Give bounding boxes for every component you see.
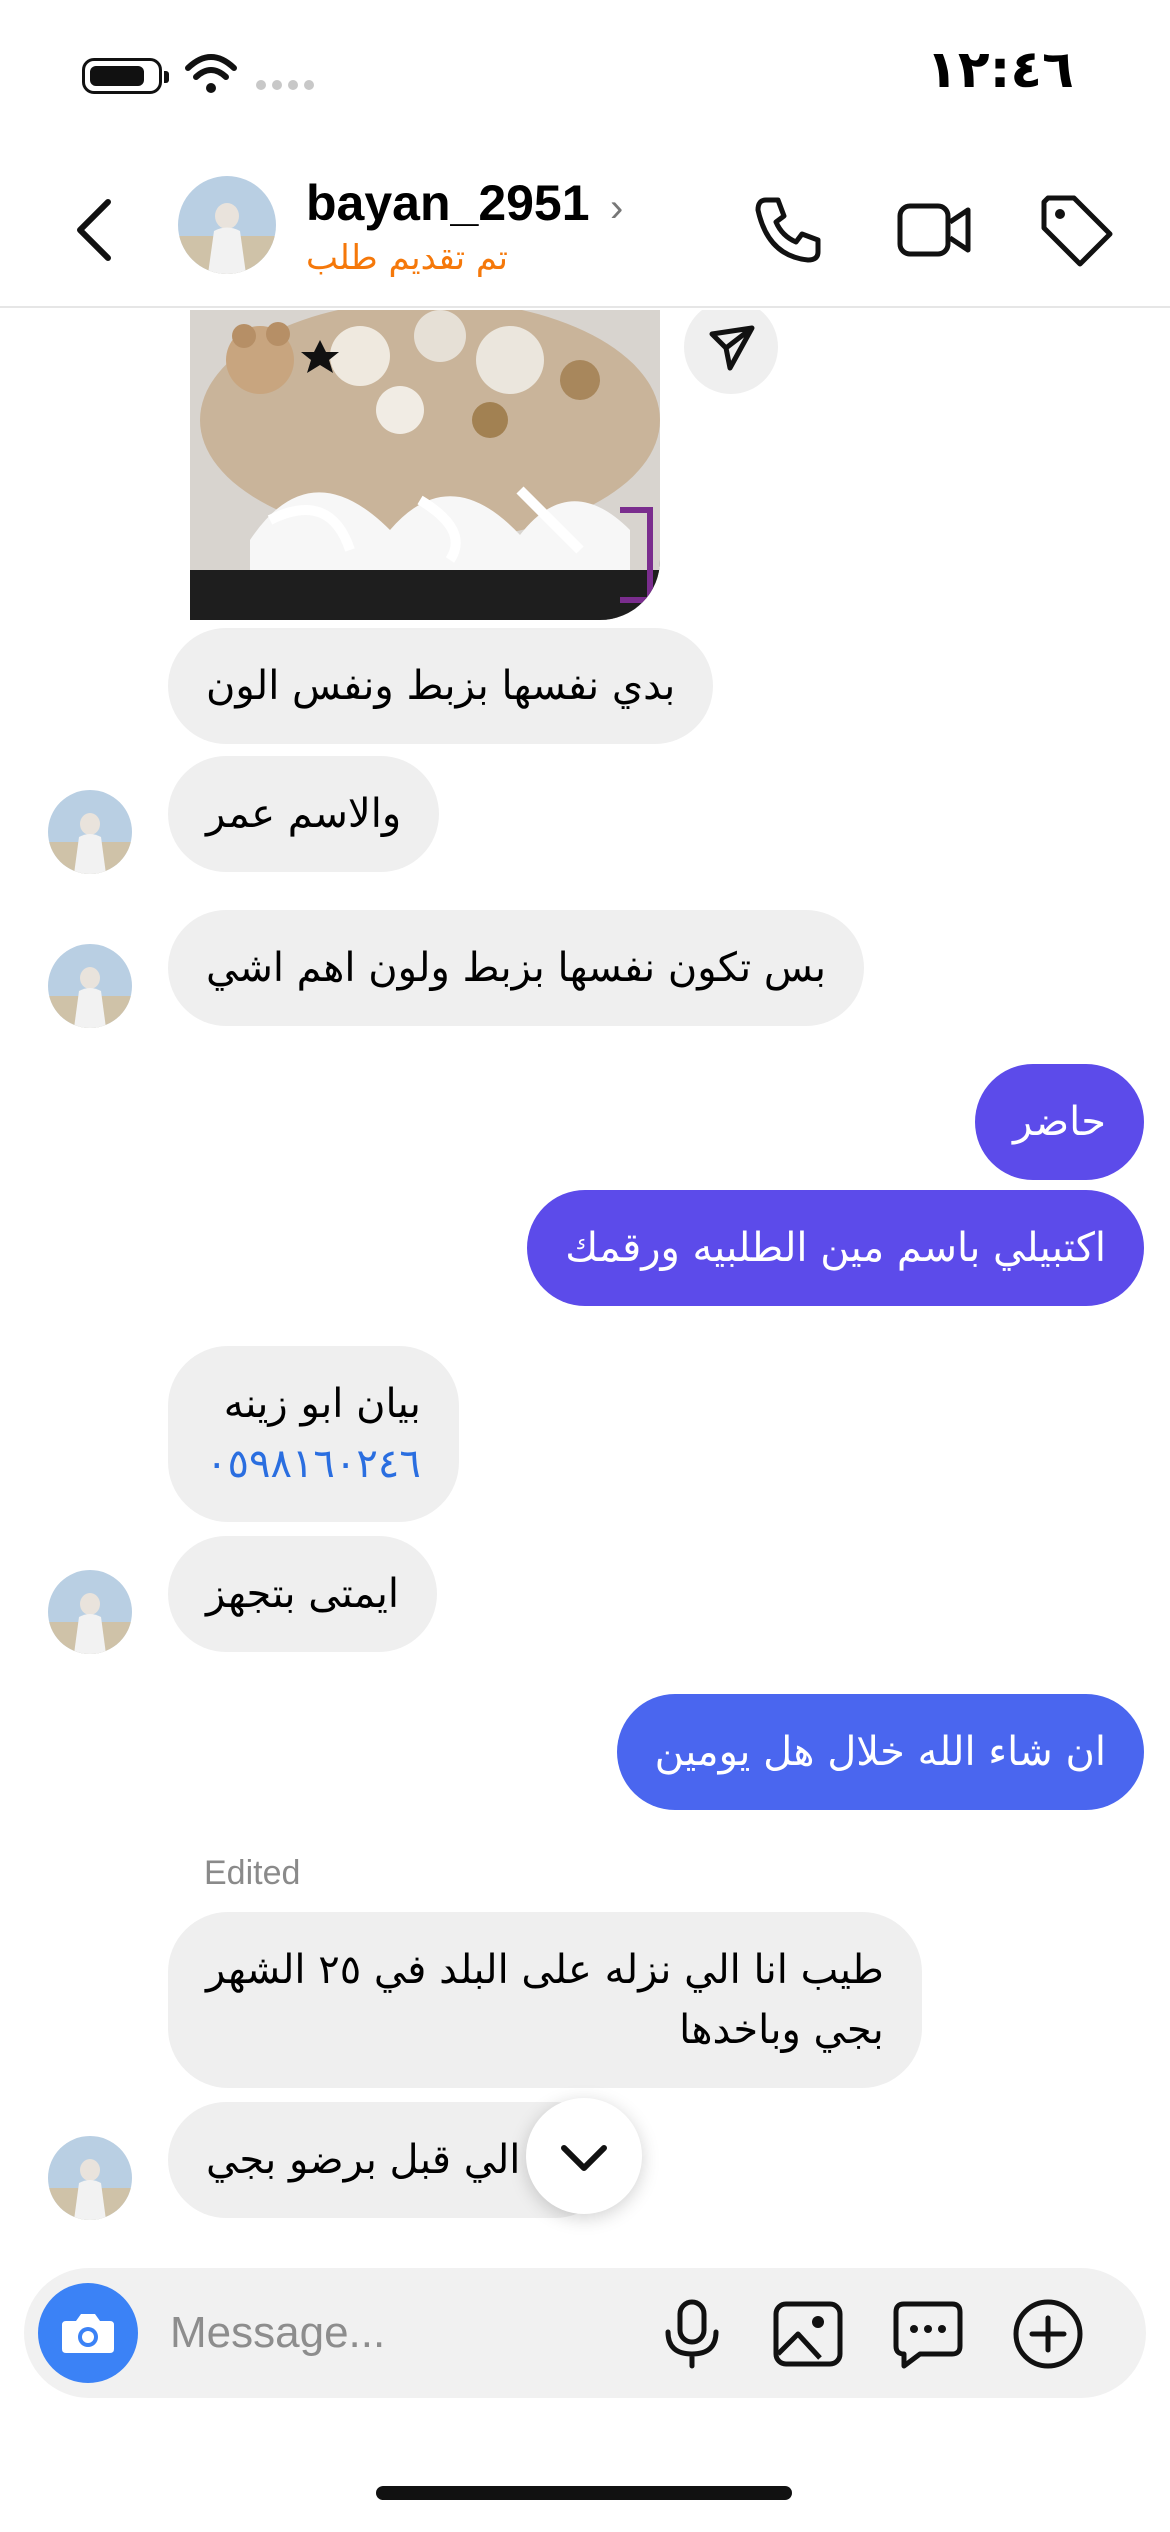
wifi-icon	[185, 54, 237, 93]
chat-status-subtitle: تم تقديم طلب	[306, 238, 509, 278]
message-line: بجي وباخدها	[679, 2007, 884, 2053]
chat-username[interactable]: bayan_2951	[306, 174, 590, 232]
incoming-message[interactable]: بيان ابو زينه ٠٥٩٨١٦٠٢٤٦	[168, 1346, 459, 1522]
message-text: بيان ابو زينه	[223, 1381, 421, 1427]
avatar[interactable]	[48, 1570, 132, 1654]
plus-icon[interactable]	[1010, 2296, 1086, 2372]
incoming-message[interactable]: طيب انا الي نزله على البلد في ٢٥ الشهر ب…	[168, 1912, 922, 2088]
chat-header: bayan_2951 › تم تقديم طلب	[0, 150, 1170, 308]
incoming-message[interactable]: بدي نفسها بزبط ونفس الون	[168, 628, 714, 744]
outgoing-message[interactable]: حاضر	[975, 1064, 1144, 1180]
mic-icon[interactable]	[654, 2296, 730, 2372]
gallery-icon[interactable]	[770, 2296, 846, 2372]
outgoing-message[interactable]: اكتبيلي باسم مين الطلبيه ورقمك	[527, 1190, 1144, 1306]
tag-icon[interactable]	[1036, 190, 1116, 270]
avatar[interactable]	[48, 944, 132, 1028]
phone-icon[interactable]	[748, 190, 828, 270]
edited-label: Edited	[204, 1854, 301, 1892]
forward-post-button[interactable]	[684, 310, 778, 394]
status-bar: ١٢:٤٦	[0, 0, 1170, 150]
send-icon	[709, 325, 755, 371]
message-input[interactable]	[170, 2298, 620, 2368]
avatar[interactable]	[48, 790, 132, 874]
avatar[interactable]	[178, 176, 276, 274]
message-line: طيب انا الي نزله على البلد في ٢٥ الشهر	[206, 1947, 884, 1993]
chevron-right-icon[interactable]: ›	[610, 186, 623, 231]
message-composer	[24, 2268, 1146, 2398]
status-time: ١٢:٤٦	[926, 40, 1074, 100]
signal-icon	[256, 80, 314, 90]
back-icon[interactable]	[62, 190, 132, 270]
incoming-message[interactable]: بس تكون نفسها بزبط ولون اهم اشي	[168, 910, 864, 1026]
incoming-message[interactable]: والاسم عمر	[168, 756, 440, 872]
camera-button[interactable]	[38, 2283, 138, 2383]
incoming-message[interactable]: ايمتى بتجهز	[168, 1536, 438, 1652]
phone-number-link[interactable]: ٠٥٩٨١٦٠٢٤٦	[206, 1434, 421, 1494]
outgoing-message[interactable]: ان شاء الله خلال هل يومين	[616, 1694, 1144, 1810]
video-icon[interactable]	[894, 190, 974, 270]
message-list[interactable]: بدي نفسها بزبط ونفس الون والاسم عمر بس ت…	[0, 310, 1170, 2260]
home-indicator[interactable]	[376, 2486, 792, 2500]
avatar[interactable]	[48, 2136, 132, 2220]
camera-icon	[62, 2314, 114, 2353]
chevron-down-icon	[561, 2145, 607, 2171]
shared-post-image[interactable]	[190, 310, 660, 620]
battery-icon	[82, 58, 169, 94]
sticker-icon[interactable]	[890, 2296, 966, 2372]
scroll-to-bottom-button[interactable]	[526, 2098, 642, 2214]
